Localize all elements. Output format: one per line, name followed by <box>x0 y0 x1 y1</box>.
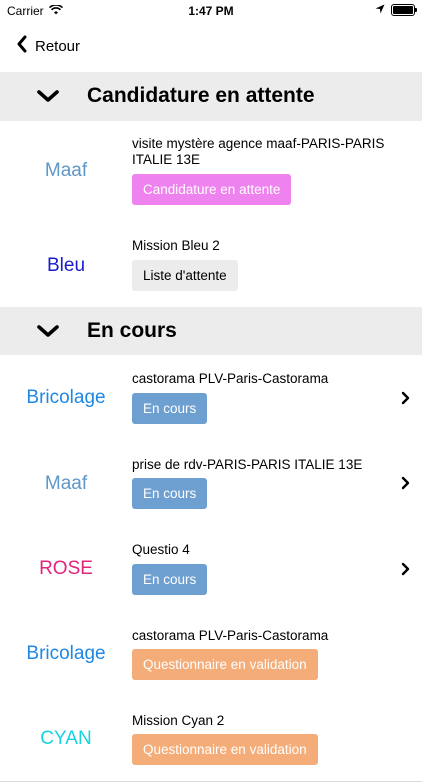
mission-title: castorama PLV-Paris-Castorama <box>132 628 329 643</box>
chevron-down-icon <box>36 324 60 344</box>
location-arrow-icon <box>375 3 385 17</box>
brand-label: CYAN <box>40 728 92 749</box>
status-badge: Candidature en attente <box>132 174 292 205</box>
mission-title: Questio 4 <box>132 542 190 557</box>
section-header-pending[interactable]: Candidature en attente <box>0 72 422 121</box>
brand-label: Maaf <box>44 160 88 181</box>
status-badge: Questionnaire en validation <box>132 649 318 680</box>
chevron-right-icon[interactable] <box>401 391 410 410</box>
back-button[interactable]: Retour <box>16 35 80 58</box>
section-header-in-progress[interactable]: En cours <box>0 307 422 355</box>
list-item[interactable]: CYAN Mission Cyan 2 Questionnaire en val… <box>0 696 422 782</box>
chevron-down-icon <box>36 89 60 109</box>
status-time: 1:47 PM <box>188 4 234 18</box>
status-badge: En cours <box>132 564 208 595</box>
mission-title: prise de rdv-PARIS-PARIS ITALIE 13E <box>132 457 363 472</box>
list-item[interactable]: Maaf prise de rdv-PARIS-PARIS ITALIE 13E… <box>0 440 422 527</box>
status-badge: En cours <box>132 393 208 424</box>
back-label: Retour <box>35 38 81 55</box>
list-item[interactable]: Maaf visite mystère agence maaf-PARIS-PA… <box>0 121 422 223</box>
list-item[interactable]: Bleu Mission Bleu 2 Liste d'attente <box>0 222 422 308</box>
chevron-right-icon[interactable] <box>401 562 410 581</box>
nav-bar: Retour <box>0 22 422 72</box>
list-item[interactable]: Bricolage castorama PLV-Paris-Castorama … <box>0 355 422 441</box>
list-item[interactable]: ROSE Questio 4 En cours <box>0 526 422 612</box>
battery-icon <box>391 4 417 16</box>
mission-title: Mission Bleu 2 <box>132 238 220 253</box>
status-bar: Carrier 1:47 PM <box>0 0 422 22</box>
list-item[interactable]: Bricolage castorama PLV-Paris-Castorama … <box>0 611 422 697</box>
brand-label: Bricolage <box>26 643 106 664</box>
brand-label: Bricolage <box>26 387 106 408</box>
chevron-left-icon <box>16 35 27 58</box>
mission-title: Mission Cyan 2 <box>132 713 225 728</box>
brand-label: ROSE <box>39 558 93 579</box>
brand-label: Maaf <box>44 473 88 494</box>
section-title: En cours <box>87 319 177 342</box>
mission-title: visite mystère agence maaf-PARIS-PARIS I… <box>132 136 385 167</box>
chevron-right-icon[interactable] <box>401 476 410 495</box>
mission-title: castorama PLV-Paris-Castorama <box>132 371 329 386</box>
status-badge: Liste d'attente <box>132 260 238 291</box>
section-title: Candidature en attente <box>87 84 315 107</box>
brand-label: Bleu <box>46 255 86 276</box>
status-badge: En cours <box>132 478 208 509</box>
